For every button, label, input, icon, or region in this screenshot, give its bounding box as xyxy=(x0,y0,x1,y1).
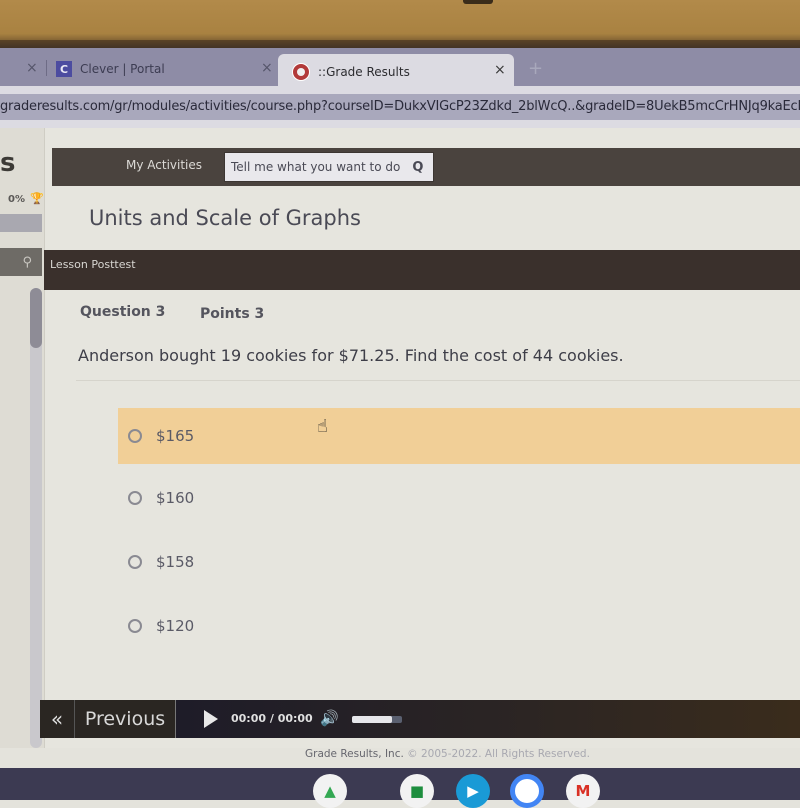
radio-button[interactable] xyxy=(128,429,142,443)
option-label: $120 xyxy=(156,617,195,635)
play-icon[interactable] xyxy=(204,710,218,728)
close-icon[interactable]: × xyxy=(261,61,273,75)
option-label: $160 xyxy=(156,489,195,507)
radio-button[interactable] xyxy=(128,619,142,633)
question-points: Points 3 xyxy=(200,306,265,322)
copyright-company: Grade Results, Inc. xyxy=(305,748,404,760)
page-title: Units and Scale of Graphs xyxy=(89,206,361,230)
browser-tab-strip: × C Clever | Portal × ::Grade Results × … xyxy=(0,48,800,90)
gmail-icon[interactable]: M xyxy=(566,774,600,808)
audio-player: 00:00 / 00:00 🔊 xyxy=(176,700,800,738)
lesson-label: Lesson Posttest xyxy=(50,258,136,271)
footer-bar: « Previous 00:00 / 00:00 🔊 xyxy=(40,700,800,738)
trophy-icon: 🏆 xyxy=(30,192,44,205)
search-placeholder: Tell me what you want to do xyxy=(231,160,401,174)
divider xyxy=(76,380,800,381)
meet-icon[interactable]: ▶ xyxy=(456,774,490,808)
tab-grade-results[interactable]: ::Grade Results × xyxy=(278,54,514,90)
url-field[interactable]: graderesults.com/gr/modules/activities/c… xyxy=(0,94,800,120)
tab-separator xyxy=(46,60,47,76)
scrollbar-thumb[interactable] xyxy=(30,288,42,348)
volume-slider-fill xyxy=(352,716,392,723)
question-text: Anderson bought 19 cookies for $71.25. F… xyxy=(78,346,624,365)
search-icon[interactable]: Q xyxy=(412,160,423,175)
clever-icon: C xyxy=(56,61,72,77)
grade-results-icon xyxy=(292,63,310,81)
tab-label: ::Grade Results xyxy=(318,65,410,79)
lesson-bar: Lesson Posttest xyxy=(44,250,800,290)
scrollbar[interactable] xyxy=(30,288,42,748)
chrome-icon[interactable] xyxy=(510,774,544,808)
close-icon[interactable]: × xyxy=(494,63,506,77)
my-activities-link[interactable]: My Activities xyxy=(126,158,202,172)
camera-notch xyxy=(463,0,493,4)
question-number: Question 3 xyxy=(80,304,166,320)
copyright: Grade Results, Inc. © 2005-2022. All Rig… xyxy=(305,748,590,760)
top-nav: My Activities Tell me what you want to d… xyxy=(52,148,800,186)
progress-label: 0% xyxy=(8,194,25,205)
answer-option[interactable]: $158 xyxy=(118,534,800,590)
option-label: $158 xyxy=(156,553,195,571)
search-icon: ⚲ xyxy=(22,254,32,270)
answer-option[interactable]: $120 xyxy=(118,598,800,654)
classroom-icon[interactable]: ■ xyxy=(400,774,434,808)
left-panel: s 0% 🏆 ⚲ xyxy=(0,128,45,748)
page: s 0% 🏆 ⚲ My Activities Tell me what you … xyxy=(0,128,800,760)
radio-button[interactable] xyxy=(128,491,142,505)
progress-bar xyxy=(0,214,42,232)
answer-option[interactable]: $160 xyxy=(118,470,800,526)
answer-option[interactable]: $165 xyxy=(118,408,800,464)
os-shelf: ▲ ■ ▶ M xyxy=(0,768,800,808)
logo: s xyxy=(0,148,16,178)
option-label: $165 xyxy=(156,427,195,445)
copyright-text: © 2005-2022. All Rights Reserved. xyxy=(407,748,590,760)
audio-time: 00:00 / 00:00 xyxy=(231,712,313,725)
laptop-bezel xyxy=(0,0,800,50)
hand-cursor-icon: ☝ xyxy=(317,416,328,437)
tab-previous[interactable]: × xyxy=(0,52,48,86)
help-search-input[interactable]: Tell me what you want to do Q xyxy=(224,152,434,182)
new-tab-button[interactable]: + xyxy=(528,58,543,79)
tab-label: Clever | Portal xyxy=(80,62,165,76)
radio-button[interactable] xyxy=(128,555,142,569)
drive-icon[interactable]: ▲ xyxy=(313,774,347,808)
previous-button[interactable]: Previous xyxy=(75,700,176,738)
volume-icon[interactable]: 🔊 xyxy=(320,709,339,727)
sidebar-search-button[interactable]: ⚲ xyxy=(0,248,42,276)
address-bar: graderesults.com/gr/modules/activities/c… xyxy=(0,86,800,128)
close-icon[interactable]: × xyxy=(26,61,38,75)
double-chevron-left-icon[interactable]: « xyxy=(40,700,75,738)
tab-clever-portal[interactable]: C Clever | Portal × xyxy=(56,52,276,86)
